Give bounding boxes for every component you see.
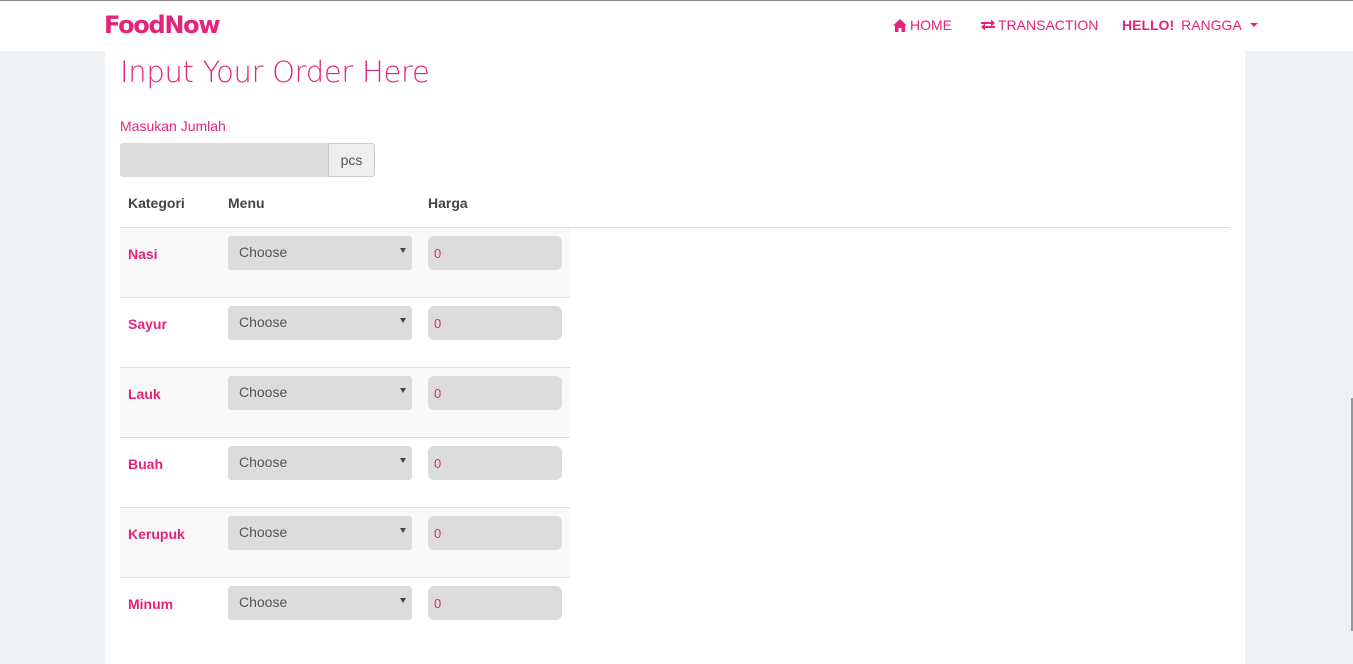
nav-home-link[interactable]: HOME <box>893 17 952 33</box>
category-label: Sayur <box>128 316 167 332</box>
nav-transaction-link[interactable]: TRANSACTION <box>981 17 1098 33</box>
menu-select-value: Choose <box>239 524 288 540</box>
select-arrow-icon <box>400 458 406 463</box>
menu-select[interactable]: Choose <box>228 516 412 550</box>
category-label: Buah <box>128 456 163 472</box>
menu-select[interactable]: Choose <box>228 306 412 340</box>
menu-select[interactable]: Choose <box>228 586 412 620</box>
menu-select-value: Choose <box>239 594 288 610</box>
price-field[interactable] <box>428 376 562 410</box>
table-row: Kerupuk Choose <box>120 508 570 578</box>
top-navbar: FoodNow HOME TRANSACTION HELLO! RANGGA <box>0 1 1353 51</box>
menu-select[interactable]: Choose <box>228 446 412 480</box>
select-arrow-icon <box>400 388 406 393</box>
header-harga: Harga <box>428 195 468 211</box>
category-label: Lauk <box>128 386 161 402</box>
menu-select-value: Choose <box>239 314 288 330</box>
table-row: Sayur Choose <box>120 298 570 368</box>
category-label: Kerupuk <box>128 526 185 542</box>
select-arrow-icon <box>400 528 406 533</box>
price-field[interactable] <box>428 586 562 620</box>
user-menu-dropdown[interactable]: HELLO! RANGGA <box>1122 17 1258 33</box>
price-field[interactable] <box>428 516 562 550</box>
user-name: RANGGA <box>1181 17 1242 33</box>
table-row: Lauk Choose <box>120 368 570 438</box>
header-menu: Menu <box>228 195 265 211</box>
price-field[interactable] <box>428 446 562 480</box>
transfer-icon <box>981 19 995 31</box>
select-arrow-icon <box>400 598 406 603</box>
menu-select[interactable]: Choose <box>228 236 412 270</box>
table-row: Buah Choose <box>120 438 570 508</box>
category-label: Minum <box>128 596 174 612</box>
page-scrollbar[interactable] <box>1349 51 1353 664</box>
home-icon <box>893 18 907 32</box>
table-header: Kategori Menu Harga <box>120 183 1230 228</box>
category-label: Nasi <box>128 246 158 262</box>
menu-select[interactable]: Choose <box>228 376 412 410</box>
table-row: Minum Choose <box>120 578 570 648</box>
table-row: Nasi Choose <box>120 228 570 298</box>
greeting-label: HELLO! <box>1122 17 1175 33</box>
select-arrow-icon <box>400 248 406 253</box>
price-field[interactable] <box>428 236 562 270</box>
caret-down-icon <box>1249 23 1258 27</box>
menu-select-value: Choose <box>239 384 288 400</box>
select-arrow-icon <box>400 318 406 323</box>
nav-transaction-label: TRANSACTION <box>998 17 1099 33</box>
menu-select-value: Choose <box>239 454 288 470</box>
quantity-input[interactable] <box>120 143 328 177</box>
quantity-unit-addon: pcs <box>328 143 375 177</box>
quantity-label: Masukan Jumlah <box>120 118 226 134</box>
menu-select-value: Choose <box>239 244 288 260</box>
order-panel: Input Your Order Here Masukan Jumlah pcs… <box>105 51 1245 664</box>
quantity-input-group: pcs <box>120 143 375 177</box>
page-title: Input Your Order Here <box>120 55 430 89</box>
header-kategori: Kategori <box>128 195 185 211</box>
brand-logo[interactable]: FoodNow <box>104 11 221 39</box>
order-table: Kategori Menu Harga Nasi Choose Sayur Ch… <box>120 183 1230 648</box>
price-field[interactable] <box>428 306 562 340</box>
nav-home-label: HOME <box>910 17 952 33</box>
